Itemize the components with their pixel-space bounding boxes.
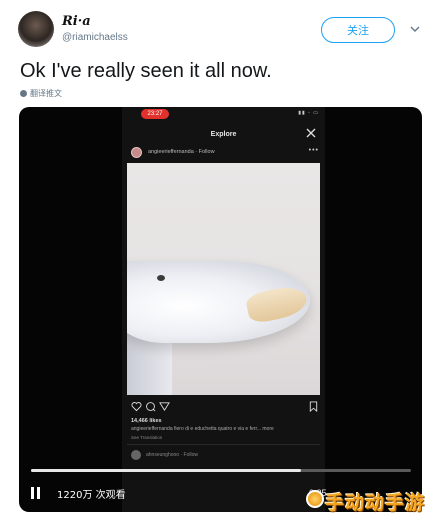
pause-icon[interactable]	[29, 485, 43, 501]
video-player[interactable]: 23:27 ▮▮ ◦ ▭ Explore angieerieffernanda …	[19, 107, 422, 512]
next-post-username: ahnseunghooo · Follow	[146, 452, 198, 458]
post-photo	[127, 163, 320, 395]
divider	[127, 444, 320, 445]
next-post-header: ahnseunghooo · Follow	[131, 449, 319, 461]
avatar[interactable]	[18, 11, 54, 47]
video-progress-bar[interactable]	[31, 469, 411, 472]
tweet-header: Ri·a @riamichaelss 关注	[0, 0, 433, 58]
explore-title: Explore	[210, 131, 237, 138]
view-count: 1220万 次观看	[57, 489, 126, 501]
follow-button[interactable]: 关注	[321, 17, 395, 43]
watermark-logo	[306, 490, 324, 508]
likes-count: 14,466 likes	[131, 418, 162, 424]
see-translation-link: See Translation	[131, 435, 163, 440]
more-options-icon: •••	[308, 147, 319, 154]
chevron-down-icon[interactable]	[410, 24, 420, 34]
comment-icon	[146, 402, 156, 412]
tweet-text: Ok I've really seen it all now.	[20, 60, 272, 82]
translate-tweet-link[interactable]: 翻译推文	[20, 88, 62, 99]
close-icon	[306, 128, 316, 138]
phone-screen-recording: 23:27 ▮▮ ◦ ▭ Explore angieerieffernanda …	[122, 107, 325, 512]
sink-hole	[157, 275, 165, 281]
post-header: angieerieffernanda · Follow •••	[131, 145, 319, 159]
video-progress-fill	[31, 469, 301, 472]
bookmark-icon	[309, 401, 318, 412]
watermark: 手动动手游	[325, 492, 426, 514]
globe-icon	[20, 90, 27, 97]
post-avatar	[131, 146, 142, 158]
heart-icon	[131, 402, 142, 412]
status-icons: ▮▮ ◦ ▭	[298, 110, 319, 116]
share-icon	[159, 402, 170, 412]
post-username: angieerieffernanda · Follow	[148, 149, 215, 155]
user-handle[interactable]: @riamichaelss	[62, 32, 128, 43]
translate-label: 翻译推文	[30, 89, 62, 98]
next-post-avatar	[131, 450, 141, 460]
video-controls: 1220万 次观看	[29, 483, 126, 503]
display-name[interactable]: Ri·a	[62, 14, 91, 29]
post-caption: angieerieffernanda fiero di e educhetta …	[131, 426, 274, 432]
status-time: 23:27	[141, 109, 169, 119]
post-actions	[131, 401, 319, 415]
